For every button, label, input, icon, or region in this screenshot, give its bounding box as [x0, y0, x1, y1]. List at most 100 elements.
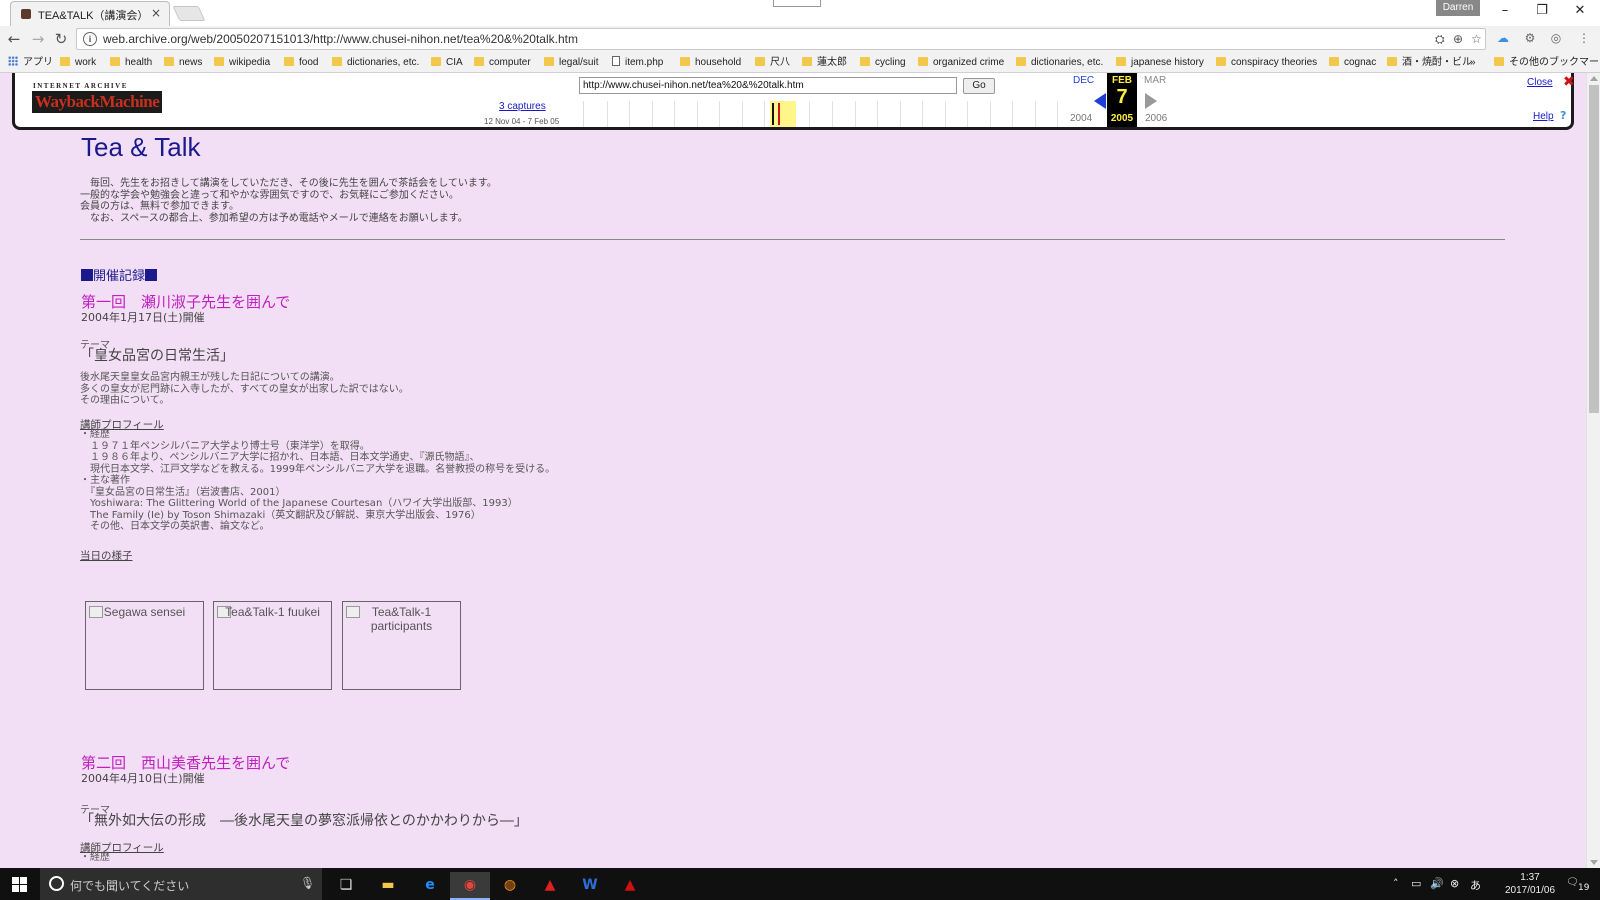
task-view-icon[interactable]: ❏ — [326, 872, 366, 900]
tray-chevron-icon[interactable]: ˄ — [1393, 877, 1399, 890]
bookmark-item[interactable]: 尺八 — [755, 55, 790, 70]
window-drag-handle[interactable] — [773, 0, 821, 7]
folder-icon — [1116, 57, 1126, 66]
action-center-icon[interactable]: 🗨 — [1566, 877, 1579, 888]
cortana-search-box[interactable]: 何でも聞いてください 🎙 — [40, 868, 322, 900]
internet-archive-label: INTERNET ARCHIVE — [33, 82, 128, 90]
firefox-icon[interactable]: ◍ — [490, 872, 530, 900]
back-button[interactable]: ← — [4, 29, 24, 49]
close-window-button[interactable]: ✕ — [1565, 2, 1595, 20]
bookmark-item[interactable]: organized crime — [918, 55, 1004, 70]
folder-icon — [1387, 57, 1397, 66]
sparkline-capture-bar[interactable] — [778, 103, 780, 125]
scroll-down-icon[interactable] — [1590, 860, 1598, 865]
bookmark-item[interactable]: cycling — [860, 55, 906, 70]
cloud-extension-icon[interactable]: ☁ — [1496, 31, 1510, 45]
wayback-go-button[interactable]: Go — [963, 78, 995, 94]
sparkline-month-tick — [809, 101, 810, 127]
minimize-button[interactable]: – — [1490, 2, 1520, 20]
bookmark-item[interactable]: 酒・焼酎・ビル — [1387, 55, 1472, 70]
clock-time: 1:37 — [1520, 872, 1540, 883]
bookmark-apps[interactable]: アプリ — [8, 55, 53, 70]
pdf-reader-icon[interactable]: ▲ — [610, 872, 650, 900]
capture-sparkline[interactable] — [583, 101, 1079, 127]
profile-button[interactable]: Darren — [1436, 0, 1480, 16]
prev-year-label[interactable]: 2004 — [1070, 113, 1092, 124]
captures-link[interactable]: 3 captures — [499, 101, 546, 112]
acrobat-icon[interactable]: ▲ — [530, 872, 570, 900]
extension-2-icon[interactable]: ◎ — [1549, 31, 1563, 45]
next-month-label[interactable]: MAR — [1144, 75, 1166, 86]
sparkline-capture-bar[interactable] — [772, 103, 774, 125]
bookmarks-overflow-button[interactable]: » — [1470, 55, 1476, 70]
other-bookmarks[interactable]: その他のブックマーク — [1494, 55, 1600, 70]
tray-status-icon[interactable]: ⊗ — [1450, 877, 1459, 890]
site-info-icon[interactable]: i — [83, 32, 97, 46]
bookmark-item[interactable]: food — [284, 55, 318, 70]
new-tab-button[interactable] — [172, 6, 206, 21]
page-title: Tea & Talk — [81, 132, 201, 162]
file-explorer-icon[interactable]: ▬ — [368, 872, 408, 900]
windows-logo-icon — [12, 877, 19, 884]
bookmark-item[interactable]: news — [164, 55, 202, 70]
volume-icon[interactable]: 🔊 — [1430, 877, 1444, 890]
bookmark-star-icon[interactable]: ☆ — [1471, 32, 1482, 46]
bookmark-item[interactable]: household — [680, 55, 741, 70]
extension-icon[interactable]: ⚙ — [1523, 31, 1537, 45]
next-year-label[interactable]: 2006 — [1145, 113, 1167, 124]
address-bar[interactable]: i web.archive.org/web/20050207151013/htt… — [76, 28, 1486, 50]
microphone-icon[interactable]: 🎙 — [300, 876, 315, 890]
network-icon[interactable]: ▭ — [1411, 877, 1421, 890]
ime-icon[interactable]: あ — [1470, 877, 1481, 893]
bookmark-item[interactable]: CIA — [431, 55, 463, 70]
bookmark-item[interactable]: wikipedia — [214, 55, 270, 70]
close-x-icon[interactable]: ✖ — [1563, 74, 1575, 90]
restore-button[interactable]: ❐ — [1527, 2, 1557, 20]
bookmark-item[interactable]: 蓮太郎 — [802, 55, 847, 70]
start-button[interactable] — [12, 877, 28, 893]
event-1-image-fuukei[interactable]: Tea&Talk-1 fuukei — [213, 601, 332, 690]
taskbar-clock[interactable]: 1:37 2017/01/06 — [1500, 871, 1560, 897]
wayback-logo[interactable]: WaybackMachine — [32, 91, 163, 113]
translate-icon[interactable]: ⛭ — [1435, 32, 1445, 47]
prev-capture-arrow-icon[interactable] — [1094, 93, 1106, 109]
sparkline-month-tick — [607, 101, 608, 127]
event-1-day-link[interactable]: 当日の様子 — [80, 548, 133, 563]
bookmark-item[interactable]: japanese history — [1116, 55, 1204, 70]
page-scrollbar[interactable] — [1586, 73, 1600, 868]
address-url[interactable]: web.archive.org/web/20050207151013/http:… — [103, 32, 578, 46]
scroll-thumb[interactable] — [1589, 85, 1599, 413]
bookmark-item[interactable]: work — [60, 55, 96, 70]
current-year-label: 2005 — [1110, 113, 1134, 124]
bookmark-item[interactable]: item.php — [612, 55, 663, 70]
chrome-icon[interactable]: ◉ — [450, 872, 490, 900]
prev-month-label[interactable]: DEC — [1073, 75, 1094, 86]
event-1-image-segawa[interactable]: Segawa sensei — [85, 601, 204, 690]
sparkline-month-tick — [652, 101, 653, 127]
edge-browser-icon[interactable]: e — [410, 872, 450, 900]
forward-button[interactable]: → — [28, 29, 48, 49]
word-icon[interactable]: W — [570, 872, 610, 900]
help-question-icon[interactable]: ? — [1560, 109, 1566, 122]
bookmark-item[interactable]: cognac — [1329, 55, 1376, 70]
bookmark-item[interactable]: dictionaries, etc. — [1016, 55, 1103, 70]
folder-icon — [680, 57, 690, 66]
bookmark-item[interactable]: dictionaries, etc. — [332, 55, 419, 70]
bookmark-item[interactable]: conspiracy theories — [1216, 55, 1317, 70]
next-capture-arrow-icon[interactable] — [1145, 93, 1157, 109]
cortana-icon — [49, 876, 64, 891]
reload-button[interactable]: ↻ — [51, 29, 71, 49]
bookmark-item[interactable]: legal/suit — [544, 55, 598, 70]
wayback-close-link[interactable]: Close — [1527, 77, 1553, 88]
bookmark-item[interactable]: computer — [474, 55, 531, 70]
bookmark-item[interactable]: health — [110, 55, 152, 70]
event-1-image-participants[interactable]: Tea&Talk-1 participants — [342, 601, 461, 690]
windows-taskbar: 何でも聞いてください 🎙 ❏ ▬ e ◉ ◍ ▲ W ▲ ˄ ▭ 🔊 ⊗ あ 1… — [0, 868, 1600, 900]
menu-icon[interactable]: ⋮ — [1577, 31, 1591, 45]
wayback-help-link[interactable]: Help — [1533, 111, 1554, 122]
tab-active[interactable]: TEA&TALK（講演会） × — [10, 1, 170, 26]
tab-close-icon[interactable]: × — [151, 6, 161, 20]
wayback-url-input[interactable] — [579, 77, 957, 94]
scroll-up-icon[interactable] — [1590, 76, 1598, 81]
zoom-icon[interactable]: ⊕ — [1453, 32, 1463, 46]
